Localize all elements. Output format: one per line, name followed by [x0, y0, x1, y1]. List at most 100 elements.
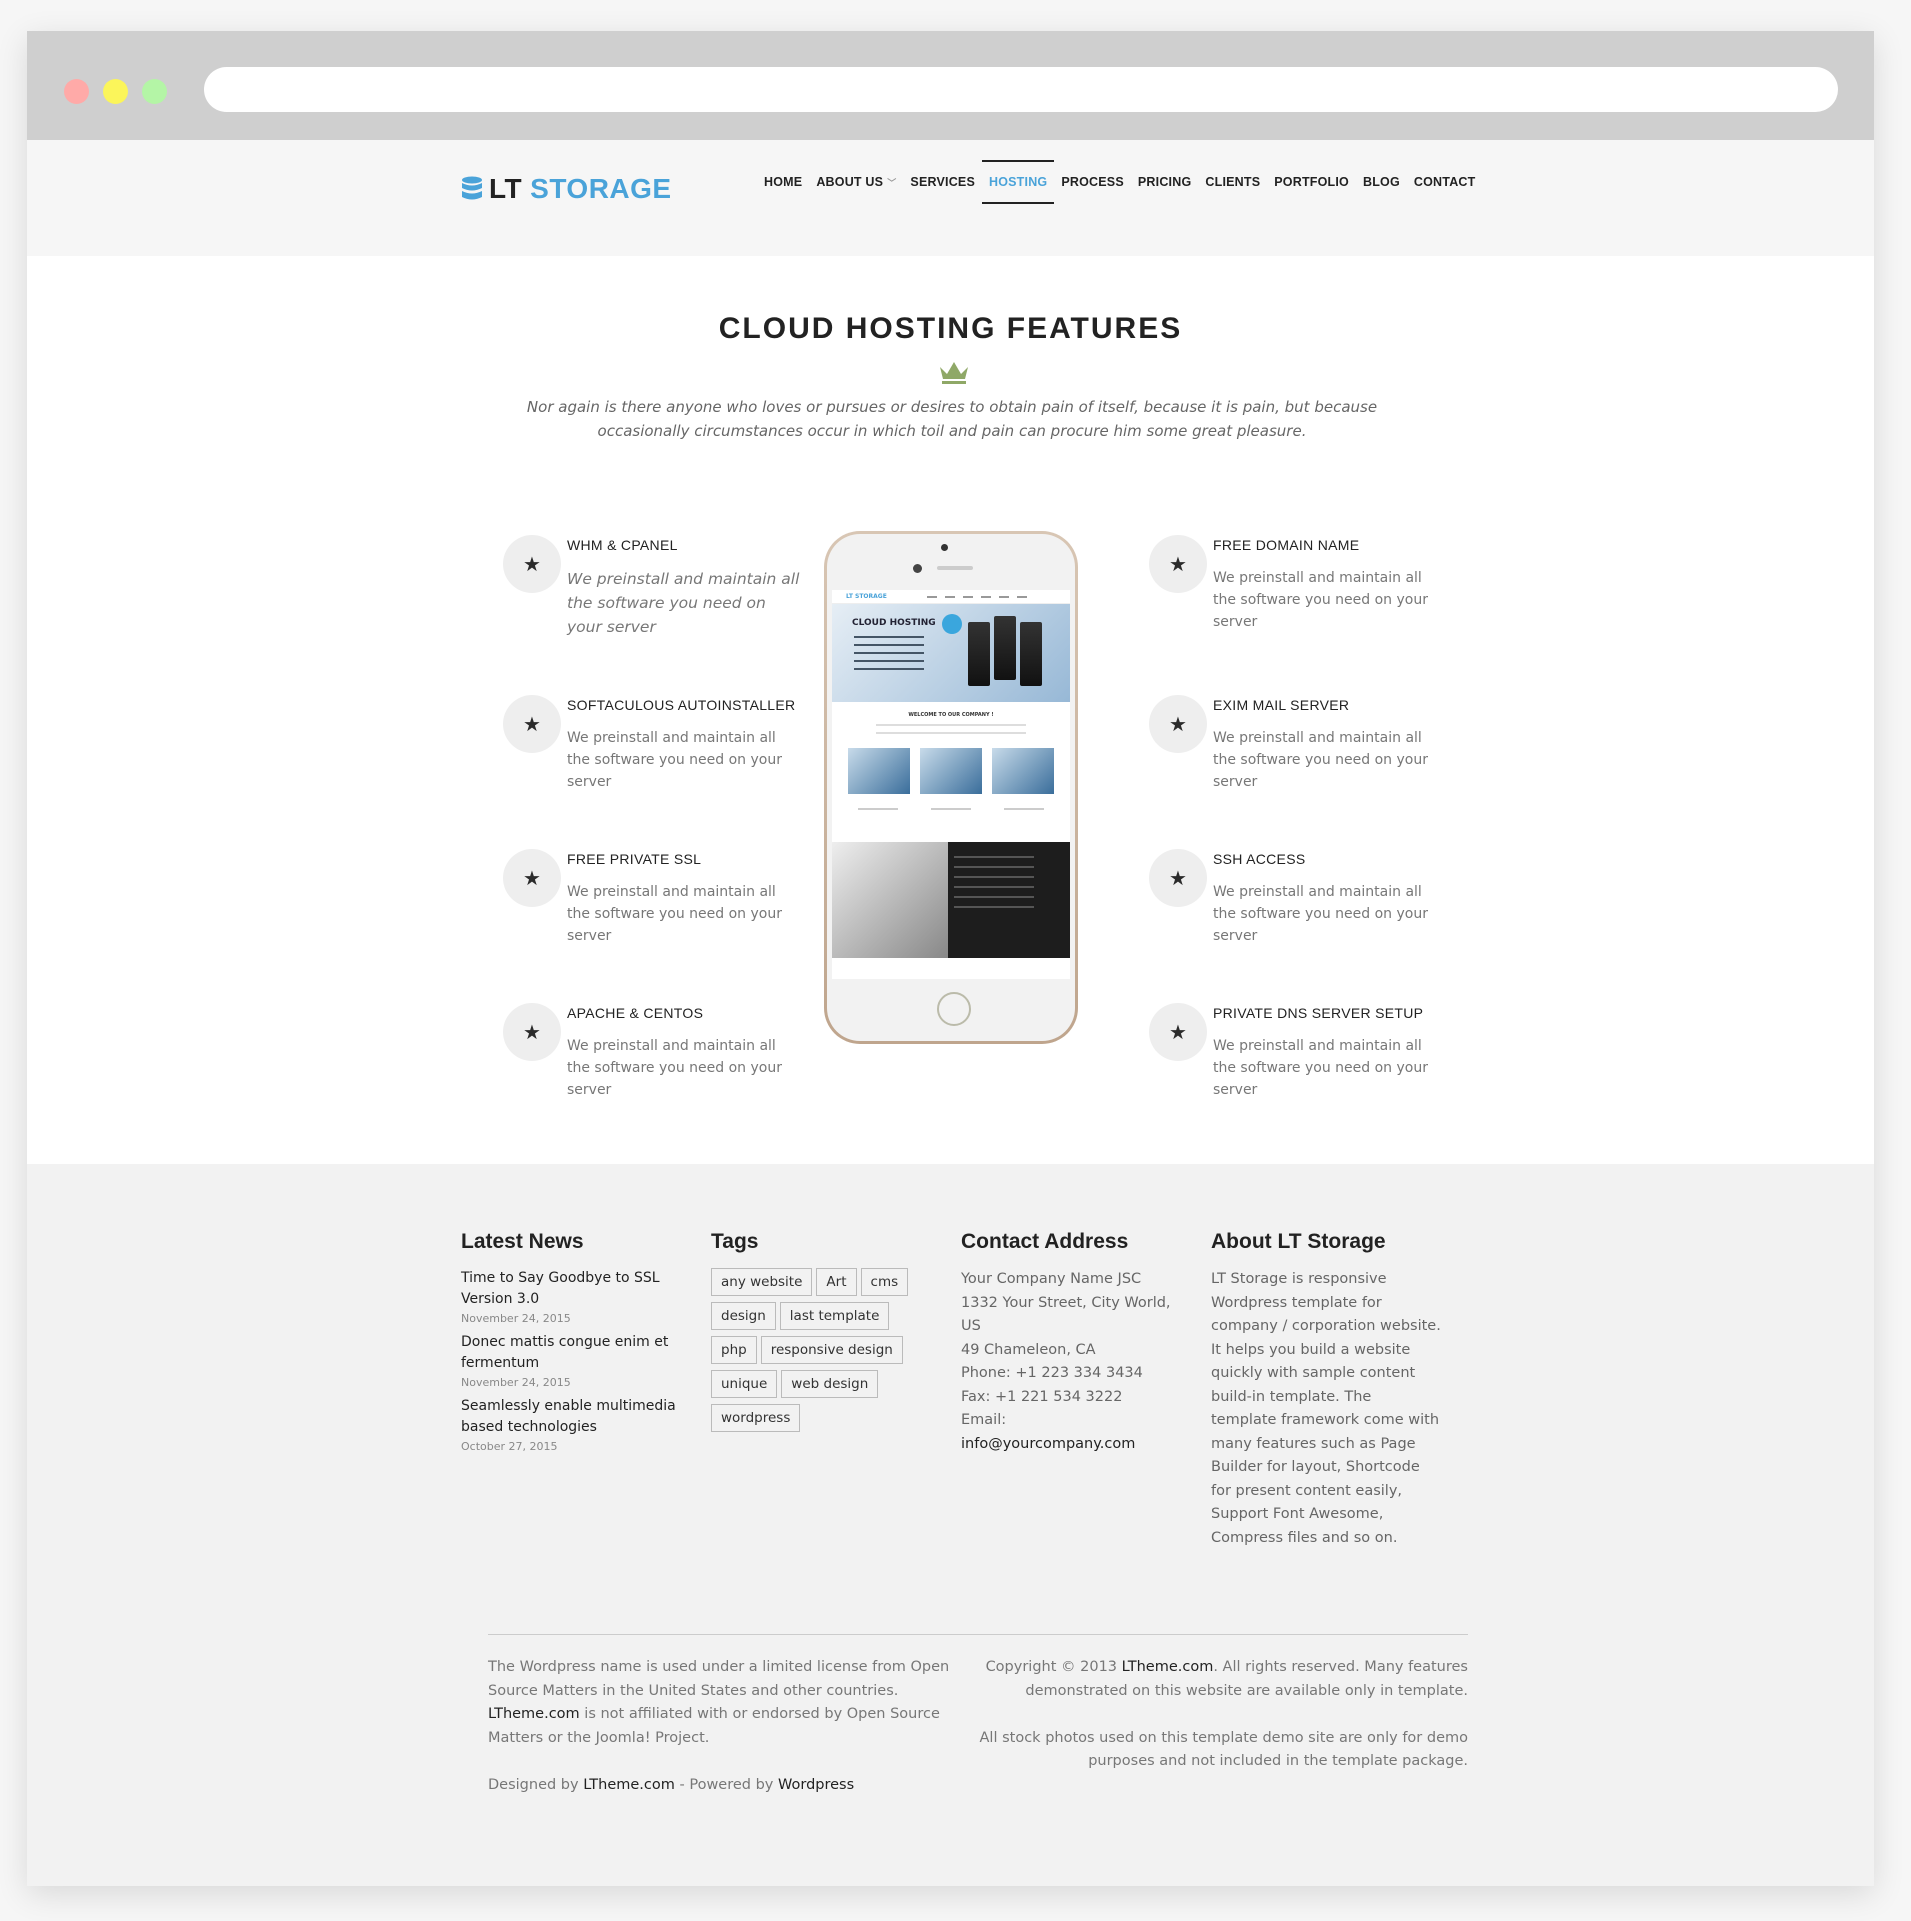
copyright-text: Copyright © 2013 [985, 1659, 1118, 1675]
footer-heading: Latest News [461, 1230, 584, 1253]
hosting-features-section: CLOUD HOSTING FEATURES Nor again is ther… [27, 256, 1874, 1164]
screen-thumbnail [920, 748, 982, 794]
minimize-window-button[interactable] [103, 79, 128, 104]
feature-title: EXIM MAIL SERVER [1213, 697, 1350, 713]
server-image [968, 622, 990, 686]
section-title: CLOUD HOSTING FEATURES [718, 312, 1183, 345]
site-logo[interactable]: LT STORAGE [461, 173, 672, 204]
feature-description: We preinstall and maintain all the softw… [1213, 1038, 1428, 1098]
feature-description: We preinstall and maintain all the softw… [567, 570, 800, 636]
ltheme-link[interactable]: LTheme.com [488, 1706, 580, 1722]
feature-description: We preinstall and maintain all the softw… [1213, 730, 1428, 790]
maximize-window-button[interactable] [142, 79, 167, 104]
phone-body: LT STORAGE CLOUD HOSTING WELCOME TO OUR … [827, 534, 1075, 1041]
nav-item-hosting[interactable]: HOSTING [982, 160, 1055, 204]
footer-heading: Tags [711, 1230, 759, 1253]
phone-home-button [937, 992, 971, 1026]
screen-logo: LT STORAGE [846, 593, 887, 600]
news-title-link[interactable]: Seamlessly enable multimedia based techn… [461, 1396, 691, 1438]
star-icon: ★ [1149, 695, 1207, 753]
feature-title: FREE DOMAIN NAME [1213, 537, 1360, 553]
license-paragraph: The Wordpress name is used under a limit… [488, 1656, 968, 1750]
footer-about: About LT Storage LT Storage is responsiv… [1211, 1230, 1441, 1550]
news-title-link[interactable]: Donec mattis congue enim et fermentum [461, 1332, 691, 1374]
feature-title: WHM & CPANEL [567, 537, 678, 553]
news-date: October 27, 2015 [461, 1440, 558, 1453]
main-nav: HOME ABOUT US ﹀ SERVICES HOSTING PROCESS … [757, 160, 1482, 204]
news-item: Time to Say Goodbye to SSL Version 3.0 N… [461, 1268, 691, 1326]
tag-link[interactable]: php [711, 1336, 757, 1364]
copyright-paragraph: Copyright © 2013 LTheme.com. All rights … [977, 1656, 1468, 1703]
star-icon: ★ [503, 535, 561, 593]
phone-camera [941, 544, 948, 551]
feature-description: We preinstall and maintain all the softw… [1213, 570, 1428, 630]
logo-text-storage: STORAGE [530, 173, 672, 204]
tag-link[interactable]: unique [711, 1370, 778, 1398]
contact-email-link[interactable]: info@yourcompany.com [961, 1433, 1191, 1457]
address-bar[interactable] [204, 67, 1838, 112]
feature-description: We preinstall and maintain all the softw… [567, 884, 782, 944]
server-image [1020, 622, 1042, 686]
powered-by-text: - Powered by [679, 1776, 774, 1793]
screen-dark-panel [948, 842, 1070, 958]
tag-link[interactable]: any website [711, 1268, 813, 1296]
copyright-link[interactable]: LTheme.com [1122, 1659, 1214, 1675]
tag-link[interactable]: Art [816, 1268, 857, 1296]
screen-welcome: WELCOME TO OUR COMPANY ! [908, 712, 994, 718]
nav-item-about-us[interactable]: ABOUT US ﹀ [809, 160, 903, 204]
designer-link[interactable]: LTheme.com [583, 1777, 675, 1793]
phone-lens [913, 564, 922, 573]
nav-item-label: ABOUT US [816, 175, 884, 189]
star-icon: ★ [503, 695, 561, 753]
tag-link[interactable]: wordpress [711, 1404, 801, 1432]
nav-item-portfolio[interactable]: PORTFOLIO [1267, 160, 1356, 204]
feature-description: We preinstall and maintain all the softw… [1213, 884, 1428, 944]
nav-item-home[interactable]: HOME [757, 160, 809, 204]
contact-email-label: Email: [961, 1412, 1007, 1428]
chevron-down-icon: ﹀ [887, 178, 897, 188]
designed-by-text: Designed by [488, 1776, 579, 1793]
news-date: November 24, 2015 [461, 1376, 571, 1389]
contact-street: 1332 Your Street, City World, US [961, 1294, 1171, 1335]
license-text: The Wordpress name is used under a limit… [488, 1659, 950, 1699]
screen-thumbnail [848, 748, 910, 794]
sale-badge [942, 614, 962, 634]
footer-divider [488, 1634, 1468, 1635]
tag-link[interactable]: responsive design [760, 1336, 903, 1364]
screen-hero-lines [854, 636, 924, 676]
news-date: November 24, 2015 [461, 1312, 571, 1325]
nav-item-services[interactable]: SERVICES [903, 160, 982, 204]
nav-item-process[interactable]: PROCESS [1054, 160, 1131, 204]
screen-hero: CLOUD HOSTING [832, 604, 1070, 702]
feature-title: SSH ACCESS [1213, 851, 1306, 867]
about-text: LT Storage is responsive Wordpress templ… [1211, 1271, 1441, 1546]
tag-link[interactable]: design [711, 1302, 776, 1330]
tag-link[interactable]: last template [779, 1302, 890, 1330]
footer-license: The Wordpress name is used under a limit… [488, 1656, 968, 1797]
star-icon: ★ [1149, 1003, 1207, 1061]
screen-nav: LT STORAGE [832, 590, 1070, 604]
tag-link[interactable]: web design [781, 1370, 879, 1398]
feature-description: We preinstall and maintain all the softw… [567, 1038, 782, 1098]
nav-item-clients[interactable]: CLIENTS [1198, 160, 1267, 204]
screen-nav-links [926, 595, 1027, 598]
contact-phone: Phone: +1 223 334 3434 [961, 1365, 1143, 1381]
close-window-button[interactable] [64, 79, 89, 104]
crown-icon [940, 362, 968, 384]
nav-item-contact[interactable]: CONTACT [1407, 160, 1483, 204]
section-intro: Nor again is there anyone who loves or p… [526, 398, 1378, 440]
screen-thumbnails [832, 748, 1070, 794]
tag-link[interactable]: cms [860, 1268, 909, 1296]
news-item: Donec mattis congue enim et fermentum No… [461, 1332, 691, 1390]
news-title-link[interactable]: Time to Say Goodbye to SSL Version 3.0 [461, 1268, 691, 1310]
database-icon [462, 176, 482, 200]
feature-title: FREE PRIVATE SSL [567, 851, 702, 867]
site-header: LT STORAGE HOME ABOUT US ﹀ SERVICES HOSTI… [27, 140, 1874, 256]
wordpress-link[interactable]: Wordpress [778, 1777, 854, 1793]
footer-contact: Contact Address Your Company Name JSC 13… [961, 1230, 1191, 1456]
nav-item-pricing[interactable]: PRICING [1131, 160, 1199, 204]
footer-latest-news: Latest News Time to Say Goodbye to SSL V… [461, 1230, 691, 1460]
footer-heading: About LT Storage [1211, 1230, 1386, 1253]
nav-item-blog[interactable]: BLOG [1356, 160, 1407, 204]
phone-screen: LT STORAGE CLOUD HOSTING WELCOME TO OUR … [832, 590, 1070, 979]
